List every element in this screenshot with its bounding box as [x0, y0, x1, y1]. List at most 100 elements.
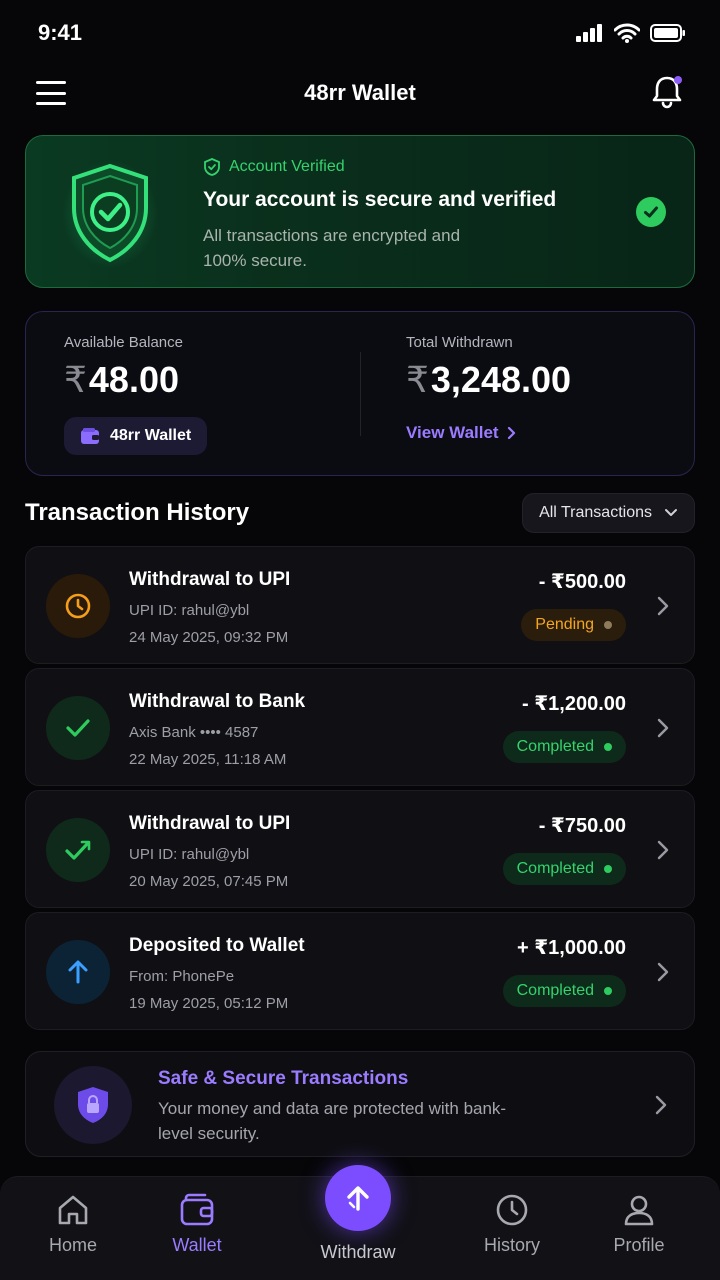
status-bar: 9:41: [0, 0, 720, 66]
verified-tag: Account Verified: [203, 158, 345, 176]
nav-history-label: History: [483, 1235, 540, 1255]
wallet-icon: [81, 428, 99, 444]
currency-symbol: ₹: [406, 359, 429, 400]
transaction-amount: - ₹750.00: [538, 815, 626, 837]
verification-title: Your account is secure and verified: [203, 188, 557, 211]
available-balance-label: Available Balance: [64, 334, 183, 351]
nav-history[interactable]: History: [457, 1193, 567, 1256]
check-circle-icon: [636, 197, 666, 227]
withdraw-button[interactable]: [325, 1165, 391, 1231]
status-dot: [604, 621, 612, 629]
wallet-chip-label: 48rr Wallet: [110, 427, 192, 444]
clock-icon: [496, 1194, 528, 1226]
check-icon: [46, 696, 110, 760]
status-badge: Completed: [502, 853, 626, 885]
transaction-amount: - ₹500.00: [538, 571, 626, 593]
status-label: Completed: [516, 982, 594, 999]
section-title: Transaction History: [25, 499, 250, 526]
view-wallet-link[interactable]: View Wallet: [406, 423, 571, 443]
check-arrow-icon: [46, 818, 110, 882]
wallet-icon: [180, 1193, 214, 1226]
menu-icon-bar: [36, 102, 66, 105]
verification-card: Account Verified Your account is secure …: [25, 135, 695, 288]
transaction-row[interactable]: Withdrawal to Bank Axis Bank •••• 4587 2…: [25, 668, 695, 786]
status-dot: [604, 865, 612, 873]
balance-divider: [360, 352, 361, 436]
nav-home-label: Home: [48, 1235, 97, 1255]
nav-profile-label: Profile: [613, 1235, 665, 1255]
status-badge: Pending: [521, 609, 626, 641]
transaction-title: Deposited to Wallet: [129, 935, 305, 956]
balance-card: Available Balance ₹ 48.00 48rr Wallet To…: [25, 311, 695, 476]
total-withdrawn: Total Withdrawn ₹ 3,248.00 View Wallet: [406, 334, 571, 443]
menu-icon-bar: [36, 91, 66, 95]
transaction-date: 19 May 2025, 05:12 PM: [129, 995, 289, 1012]
status-badge: Completed: [502, 975, 626, 1007]
transaction-detail: UPI ID: rahul@ybl: [129, 602, 250, 619]
available-balance: Available Balance ₹ 48.00 48rr Wallet: [64, 334, 208, 455]
transaction-date: 24 May 2025, 09:32 PM: [129, 629, 289, 646]
home-icon: [58, 1195, 88, 1225]
secure-banner-title: Safe & Secure Transactions: [158, 1068, 409, 1089]
shield-check-icon: [62, 158, 158, 268]
secure-banner-description: Your money and data are protected with b…: [158, 1099, 507, 1143]
arrow-up-icon: [347, 1186, 369, 1211]
total-withdrawn-amount: ₹ 3,248.00: [406, 359, 571, 401]
available-balance-value: 48.00: [88, 359, 179, 400]
transaction-title: Withdrawal to UPI: [129, 813, 291, 834]
transaction-list: Withdrawal to UPI UPI ID: rahul@ybl 24 M…: [25, 546, 695, 1034]
transaction-date: 22 May 2025, 11:18 AM: [129, 751, 287, 768]
status-time: 9:41: [38, 20, 83, 45]
user-icon: [624, 1195, 654, 1226]
bottom-navigation: Home Wallet Withdraw History Profile: [0, 1165, 720, 1280]
total-withdrawn-label: Total Withdrawn: [406, 334, 513, 351]
status-label: Completed: [516, 860, 594, 877]
app-header: 48rr Wallet: [0, 66, 720, 120]
status-label: Pending: [535, 616, 594, 633]
notification-dot: [674, 76, 682, 84]
view-wallet-label: View Wallet: [406, 423, 499, 442]
wallet-chip-button[interactable]: 48rr Wallet: [64, 417, 208, 455]
chevron-right-icon: [657, 840, 669, 860]
nav-profile[interactable]: Profile: [584, 1193, 694, 1256]
clock-icon: [46, 574, 110, 638]
transaction-detail: From: PhonePe: [129, 968, 235, 985]
transaction-date: 20 May 2025, 07:45 PM: [129, 873, 289, 890]
wifi-icon: [614, 23, 640, 43]
available-balance-amount: ₹ 48.00: [64, 359, 207, 401]
transaction-row[interactable]: Withdrawal to UPI UPI ID: rahul@ybl 24 M…: [25, 546, 695, 664]
nav-withdraw-label: Withdraw: [320, 1242, 396, 1262]
currency-symbol: ₹: [64, 359, 87, 400]
battery-icon: [650, 24, 685, 42]
secure-transactions-banner[interactable]: Safe & Secure Transactions Your money an…: [25, 1051, 695, 1157]
total-withdrawn-value: 3,248.00: [430, 359, 572, 400]
chevron-right-icon: [657, 718, 669, 738]
status-icons: [576, 23, 686, 43]
chevron-right-icon: [657, 962, 669, 982]
chevron-right-icon: [507, 426, 515, 440]
menu-icon: [36, 81, 66, 84]
chevron-right-icon: [655, 1095, 667, 1115]
signal-icon: [576, 24, 602, 42]
verification-description: All transactions are encrypted and 100% …: [203, 226, 461, 270]
transaction-title: Withdrawal to Bank: [129, 691, 306, 712]
verified-tag-label: Account Verified: [229, 158, 345, 175]
transaction-row[interactable]: Deposited to Wallet From: PhonePe 19 May…: [25, 912, 695, 1030]
transaction-amount: - ₹1,200.00: [522, 693, 626, 715]
status-dot: [604, 987, 612, 995]
menu-button[interactable]: [36, 78, 66, 108]
arrow-up-icon: [46, 940, 110, 1004]
nav-wallet-label: Wallet: [172, 1235, 222, 1255]
transaction-filter-dropdown[interactable]: All Transactions: [522, 493, 695, 533]
nav-home[interactable]: Home: [18, 1193, 128, 1256]
transaction-detail: UPI ID: rahul@ybl: [129, 846, 250, 863]
transaction-history-header: Transaction History All Transactions: [25, 493, 695, 533]
transaction-amount: + ₹1,000.00: [516, 937, 626, 959]
page-title: 48rr Wallet: [304, 80, 416, 105]
status-dot: [604, 743, 612, 751]
transaction-title: Withdrawal to UPI: [129, 569, 291, 590]
notifications-button[interactable]: [650, 74, 684, 110]
transaction-row[interactable]: Withdrawal to UPI UPI ID: rahul@ybl 20 M…: [25, 790, 695, 908]
lock-shield-icon: [54, 1066, 132, 1144]
nav-wallet[interactable]: Wallet: [142, 1193, 252, 1256]
